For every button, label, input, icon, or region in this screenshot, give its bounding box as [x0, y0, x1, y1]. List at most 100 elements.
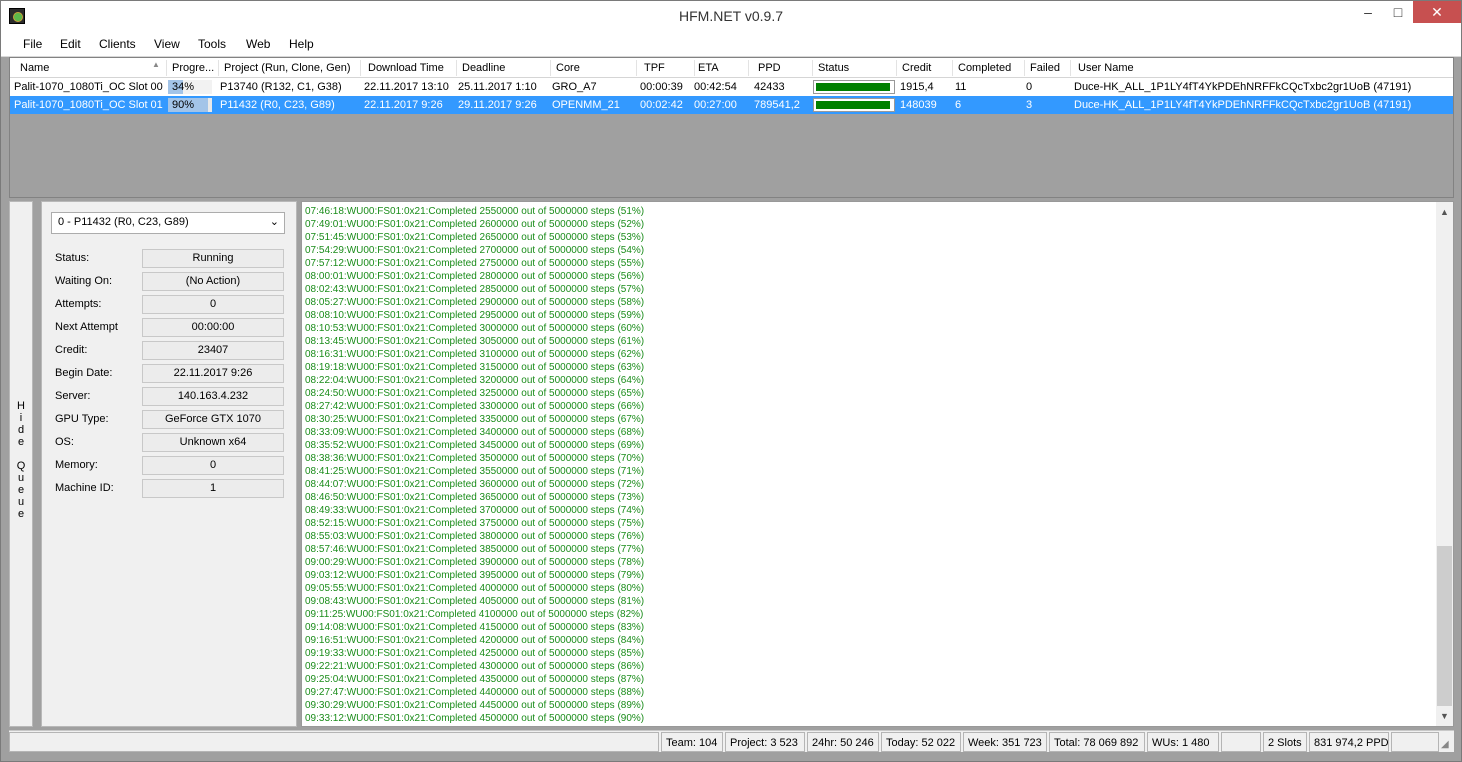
log-line: 09:33:12:WU00:FS01:0x21:Completed 450000…: [305, 713, 645, 723]
log-line: 09:16:51:WU00:FS01:0x21:Completed 420000…: [305, 635, 645, 646]
log-line: 07:54:29:WU00:FS01:0x21:Completed 270000…: [305, 245, 645, 256]
progress-text: 34%: [172, 81, 195, 93]
log-line: 08:30:25:WU00:FS01:0x21:Completed 335000…: [305, 414, 645, 425]
scroll-thumb[interactable]: [1437, 546, 1452, 706]
minimize-button[interactable]: –: [1353, 1, 1383, 23]
menu-tools[interactable]: Tools: [198, 37, 226, 51]
log-line: 09:22:21:WU00:FS01:0x21:Completed 430000…: [305, 661, 645, 672]
log-line: 09:00:29:WU00:FS01:0x21:Completed 390000…: [305, 557, 645, 568]
cell-project: P11432 (R0, C23, G89): [220, 99, 335, 111]
log-line: 08:35:52:WU00:FS01:0x21:Completed 345000…: [305, 440, 645, 451]
log-line: 08:49:33:WU00:FS01:0x21:Completed 370000…: [305, 505, 645, 516]
cell-ppd: 42433: [754, 81, 785, 93]
cell-deadline: 25.11.2017 1:10: [458, 81, 537, 93]
clients-grid: Name ▲ Progre... Project (Run, Clone, Ge…: [9, 57, 1454, 198]
grid-row-slot-00[interactable]: Palit-1070_1080Ti_OC Slot 00 34% P13740 …: [10, 78, 1453, 96]
log-line: 08:38:36:WU00:FS01:0x21:Completed 350000…: [305, 453, 645, 464]
col-deadline[interactable]: Deadline: [462, 62, 552, 74]
cell-eta: 00:27:00: [694, 99, 737, 111]
col-download-time[interactable]: Download Time: [368, 62, 458, 74]
col-user-name[interactable]: User Name: [1078, 62, 1198, 74]
status-ppd: 831 974,2 PPD: [1309, 732, 1389, 752]
log-line: 08:44:07:WU00:FS01:0x21:Completed 360000…: [305, 479, 645, 490]
cell-failed: 0: [1026, 81, 1033, 93]
log-line: 07:46:18:WU00:FS01:0x21:Completed 255000…: [305, 206, 645, 217]
attempts-value: 0: [142, 295, 284, 314]
progress-bar: 34%: [168, 80, 212, 94]
status-indicator: [813, 80, 895, 94]
server-value: 140.163.4.232: [142, 387, 284, 406]
log-line: 08:33:09:WU00:FS01:0x21:Completed 340000…: [305, 427, 645, 438]
menu-web[interactable]: Web: [246, 37, 270, 51]
log-line: 09:08:43:WU00:FS01:0x21:Completed 405000…: [305, 596, 645, 607]
status-project: Project: 3 523: [725, 732, 805, 752]
col-tpf[interactable]: TPF: [644, 62, 694, 74]
progress-bar: 90%: [168, 98, 212, 112]
log-line: 08:05:27:WU00:FS01:0x21:Completed 290000…: [305, 297, 645, 308]
next-attempt-value: 00:00:00: [142, 318, 284, 337]
memory-label: Memory:: [55, 459, 98, 471]
col-core[interactable]: Core: [556, 62, 636, 74]
queue-panel: 0 - P11432 (R0, C23, G89) ⌄ Status: Runn…: [41, 201, 297, 727]
hide-queue-label: H i d e Q u e u e: [16, 400, 26, 520]
close-button[interactable]: ✕: [1413, 1, 1461, 23]
status-team: Team: 104: [661, 732, 723, 752]
status-slots: 2 Slots: [1263, 732, 1307, 752]
grid-header: Name ▲ Progre... Project (Run, Clone, Ge…: [10, 58, 1453, 78]
grid-row-slot-01[interactable]: Palit-1070_1080Ti_OC Slot 01 90% P11432 …: [10, 96, 1453, 114]
status-bar: Team: 104 Project: 3 523 24hr: 50 246 To…: [9, 730, 1454, 752]
machine-id-label: Machine ID:: [55, 482, 114, 494]
status-blank: [9, 732, 659, 752]
menu-view[interactable]: View: [154, 37, 180, 51]
log-line: 07:51:45:WU00:FS01:0x21:Completed 265000…: [305, 232, 645, 243]
menu-help[interactable]: Help: [289, 37, 314, 51]
menu-edit[interactable]: Edit: [60, 37, 81, 51]
log-scrollbar[interactable]: ▲ ▼: [1436, 202, 1453, 726]
log-line: 09:27:47:WU00:FS01:0x21:Completed 440000…: [305, 687, 645, 698]
menu-file[interactable]: File: [23, 37, 42, 51]
cell-name: Palit-1070_1080Ti_OC Slot 01: [14, 99, 163, 111]
os-label: OS:: [55, 436, 74, 448]
log-line: 09:30:29:WU00:FS01:0x21:Completed 445000…: [305, 700, 645, 711]
queue-entry-select[interactable]: 0 - P11432 (R0, C23, G89) ⌄: [51, 212, 285, 234]
menu-clients[interactable]: Clients: [99, 37, 136, 51]
log-line: 08:08:10:WU00:FS01:0x21:Completed 295000…: [305, 310, 645, 321]
log-line: 08:22:04:WU00:FS01:0x21:Completed 320000…: [305, 375, 645, 386]
cell-completed: 6: [955, 99, 962, 111]
log-viewer[interactable]: 07:46:18:WU00:FS01:0x21:Completed 255000…: [301, 201, 1454, 727]
cell-tpf: 00:02:42: [640, 99, 683, 111]
status-value: Running: [142, 249, 284, 268]
col-eta[interactable]: ETA: [698, 62, 748, 74]
col-progress[interactable]: Progre...: [172, 62, 218, 74]
col-name[interactable]: Name: [20, 62, 160, 74]
maximize-button[interactable]: □: [1383, 1, 1413, 23]
memory-value: 0: [142, 456, 284, 475]
status-label: Status:: [55, 252, 90, 264]
gpu-type-label: GPU Type:: [55, 413, 109, 425]
cell-deadline: 29.11.2017 9:26: [458, 99, 537, 111]
log-line: 09:14:08:WU00:FS01:0x21:Completed 415000…: [305, 622, 645, 633]
log-line: 08:41:25:WU00:FS01:0x21:Completed 355000…: [305, 466, 645, 477]
log-line: 08:10:53:WU00:FS01:0x21:Completed 300000…: [305, 323, 645, 334]
os-value: Unknown x64: [142, 433, 284, 452]
chevron-down-icon: ⌄: [269, 216, 279, 228]
scroll-down-icon[interactable]: ▼: [1436, 708, 1453, 725]
status-indicator: [813, 98, 895, 112]
machine-id-value: 1: [142, 479, 284, 498]
col-completed[interactable]: Completed: [958, 62, 1024, 74]
scroll-up-icon[interactable]: ▲: [1436, 204, 1453, 221]
cell-project: P13740 (R132, C1, G38): [220, 81, 342, 93]
status-total: Total: 78 069 892: [1049, 732, 1145, 752]
col-credit[interactable]: Credit: [902, 62, 952, 74]
log-line: 08:55:03:WU00:FS01:0x21:Completed 380000…: [305, 531, 645, 542]
resize-grip-icon[interactable]: ◢: [1441, 739, 1449, 750]
status-wus: WUs: 1 480: [1147, 732, 1219, 752]
col-failed[interactable]: Failed: [1030, 62, 1074, 74]
status-fill: [816, 83, 890, 91]
attempts-label: Attempts:: [55, 298, 102, 310]
sort-ascending-icon: ▲: [152, 60, 160, 69]
col-project[interactable]: Project (Run, Clone, Gen): [224, 62, 360, 74]
col-status[interactable]: Status: [818, 62, 898, 74]
col-ppd[interactable]: PPD: [758, 62, 808, 74]
hide-queue-button[interactable]: H i d e Q u e u e: [9, 201, 33, 727]
